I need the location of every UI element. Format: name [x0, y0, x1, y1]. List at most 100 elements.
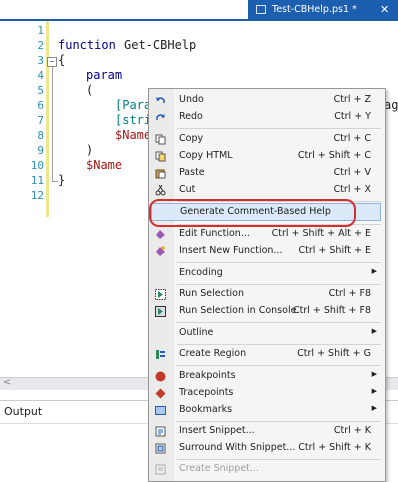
menu-item-create-region[interactable]: Create Region Ctrl + Shift + G [149, 346, 385, 363]
tab-title: Test-CBHelp.ps1 * [272, 4, 357, 15]
line-number: 6 [37, 99, 44, 112]
menu-item-label: Outline [179, 327, 214, 338]
cut-icon [155, 185, 166, 196]
breakpoint-icon [155, 371, 166, 382]
menu-item-label: Redo [179, 111, 203, 122]
menu-item-label: Insert New Function... [179, 245, 283, 256]
line-number: 2 [37, 39, 44, 52]
menu-item-shortcut: Ctrl + F8 [328, 288, 371, 299]
menu-item-breakpoints[interactable]: Breakpoints ▶ [149, 368, 385, 385]
menu-item-label: Insert Snippet... [179, 425, 255, 436]
menu-item-copy[interactable]: Copy Ctrl + C [149, 131, 385, 148]
menu-item-shortcut: Ctrl + C [333, 133, 371, 144]
undo-icon [156, 97, 165, 103]
code-close-paren: ) [86, 143, 94, 157]
submenu-arrow-icon: ▶ [371, 404, 377, 412]
close-icon[interactable]: ✕ [380, 0, 389, 19]
line-number: 4 [37, 69, 44, 82]
menu-item-shortcut: Ctrl + Shift + E [298, 245, 372, 256]
line-number-gutter: 1 2 3 4 5 6 7 8 9 10 11 12 [0, 21, 44, 377]
code-variable-output: $Name [86, 158, 123, 172]
code-keyword-param: param [86, 68, 123, 82]
menu-item-label: Run Selection in Console [179, 305, 297, 316]
menu-separator [177, 421, 381, 422]
powershell-file-icon [256, 5, 266, 14]
menu-separator [177, 128, 381, 129]
menu-item-shortcut: Ctrl + Shift + F8 [292, 305, 371, 316]
menu-item-label: Create Region [179, 348, 247, 359]
menu-item-insert-snippet[interactable]: Insert Snippet... Ctrl + K [149, 423, 385, 440]
line-number: 8 [37, 129, 44, 142]
tab-test-cbhelp[interactable]: Test-CBHelp.ps1 * ✕ [248, 0, 398, 19]
menu-separator [177, 459, 381, 460]
menu-item-surround-with-snippet[interactable]: Surround With Snippet... Ctrl + Shift + … [149, 440, 385, 457]
bookmark-icon [155, 406, 166, 415]
menu-item-encoding[interactable]: Encoding ▶ [149, 265, 385, 282]
menu-item-redo[interactable]: Redo Ctrl + Y [149, 109, 385, 126]
menu-item-create-snippet[interactable]: Create Snippet... [149, 461, 385, 478]
code-line-tail: age [384, 98, 398, 112]
line-number: 1 [37, 24, 44, 37]
menu-item-label: Create Snippet... [179, 463, 259, 474]
highlight-annotation-ring [149, 199, 356, 227]
menu-item-bookmarks[interactable]: Bookmarks ▶ [149, 402, 385, 419]
menu-item-shortcut: Ctrl + Shift + K [298, 442, 371, 453]
menu-item-label: Surround With Snippet... [179, 442, 296, 453]
snippet-icon [155, 426, 166, 437]
line-number: 5 [37, 84, 44, 97]
editor-context-menu: Undo Ctrl + Z Redo Ctrl + Y Copy Ctrl + … [148, 88, 386, 482]
line-number: 3 [37, 54, 44, 67]
menu-item-insert-new-function[interactable]: Insert New Function... Ctrl + Shift + E [149, 243, 385, 260]
code-close-brace: } [58, 173, 66, 187]
submenu-arrow-icon: ▶ [371, 267, 377, 275]
run-selection-icon [155, 289, 166, 300]
menu-item-tracepoints[interactable]: Tracepoints ▶ [149, 385, 385, 402]
redo-icon [156, 114, 165, 120]
run-console-icon [155, 306, 166, 317]
line-number: 7 [37, 114, 44, 127]
menu-item-label: Bookmarks [179, 404, 233, 415]
menu-separator [177, 284, 381, 285]
menu-item-shortcut: Ctrl + Shift + C [297, 150, 371, 161]
code-variable-name: $Name [115, 128, 152, 142]
paste-icon [155, 169, 166, 179]
line-number: 11 [30, 174, 44, 187]
menu-item-paste[interactable]: Paste Ctrl + V [149, 165, 385, 182]
menu-item-undo[interactable]: Undo Ctrl + Z [149, 92, 385, 109]
insert-function-icon [156, 246, 165, 256]
menu-separator [177, 262, 381, 263]
change-indicator-bar [46, 21, 49, 217]
code-open-paren: ( [86, 83, 94, 97]
menu-item-label: Undo [179, 94, 204, 105]
scroll-left-icon[interactable]: < [3, 377, 11, 388]
menu-item-shortcut: Ctrl + K [333, 425, 371, 436]
document-tab-bar: Test-CBHelp.ps1 * ✕ [0, 0, 398, 19]
menu-item-copy-html[interactable]: Copy HTML Ctrl + Shift + C [149, 148, 385, 165]
menu-item-shortcut: Ctrl + V [333, 167, 371, 178]
submenu-arrow-icon: ▶ [371, 370, 377, 378]
line-number: 10 [30, 159, 44, 172]
menu-item-outline[interactable]: Outline ▶ [149, 325, 385, 342]
output-pane-title: Output [4, 405, 43, 418]
menu-item-label: Encoding [179, 267, 223, 278]
menu-item-label: Edit Function... [179, 228, 250, 239]
menu-item-shortcut: Ctrl + Shift + G [297, 348, 371, 359]
menu-item-shortcut: Ctrl + Shift + Alt + E [271, 228, 371, 239]
code-open-brace: { [58, 53, 66, 67]
menu-separator [177, 365, 381, 366]
menu-item-label: Tracepoints [179, 387, 234, 398]
menu-item-cut[interactable]: Cut Ctrl + X [149, 182, 385, 199]
edit-function-icon [156, 230, 165, 239]
menu-item-label: Copy [179, 133, 204, 144]
menu-item-shortcut: Ctrl + Z [333, 94, 371, 105]
code-keyword-function: function [58, 38, 116, 52]
menu-item-run-selection-in-console[interactable]: Run Selection in Console Ctrl + Shift + … [149, 303, 385, 320]
region-icon [156, 350, 165, 359]
collapse-icon[interactable]: − [47, 57, 57, 67]
menu-item-shortcut: Ctrl + X [333, 184, 371, 195]
code-function-name: Get-CBHelp [124, 38, 197, 52]
menu-item-edit-function[interactable]: Edit Function... Ctrl + Shift + Alt + E [149, 226, 385, 243]
create-snippet-icon [155, 464, 166, 475]
menu-separator [177, 344, 381, 345]
menu-item-run-selection[interactable]: Run Selection Ctrl + F8 [149, 286, 385, 303]
